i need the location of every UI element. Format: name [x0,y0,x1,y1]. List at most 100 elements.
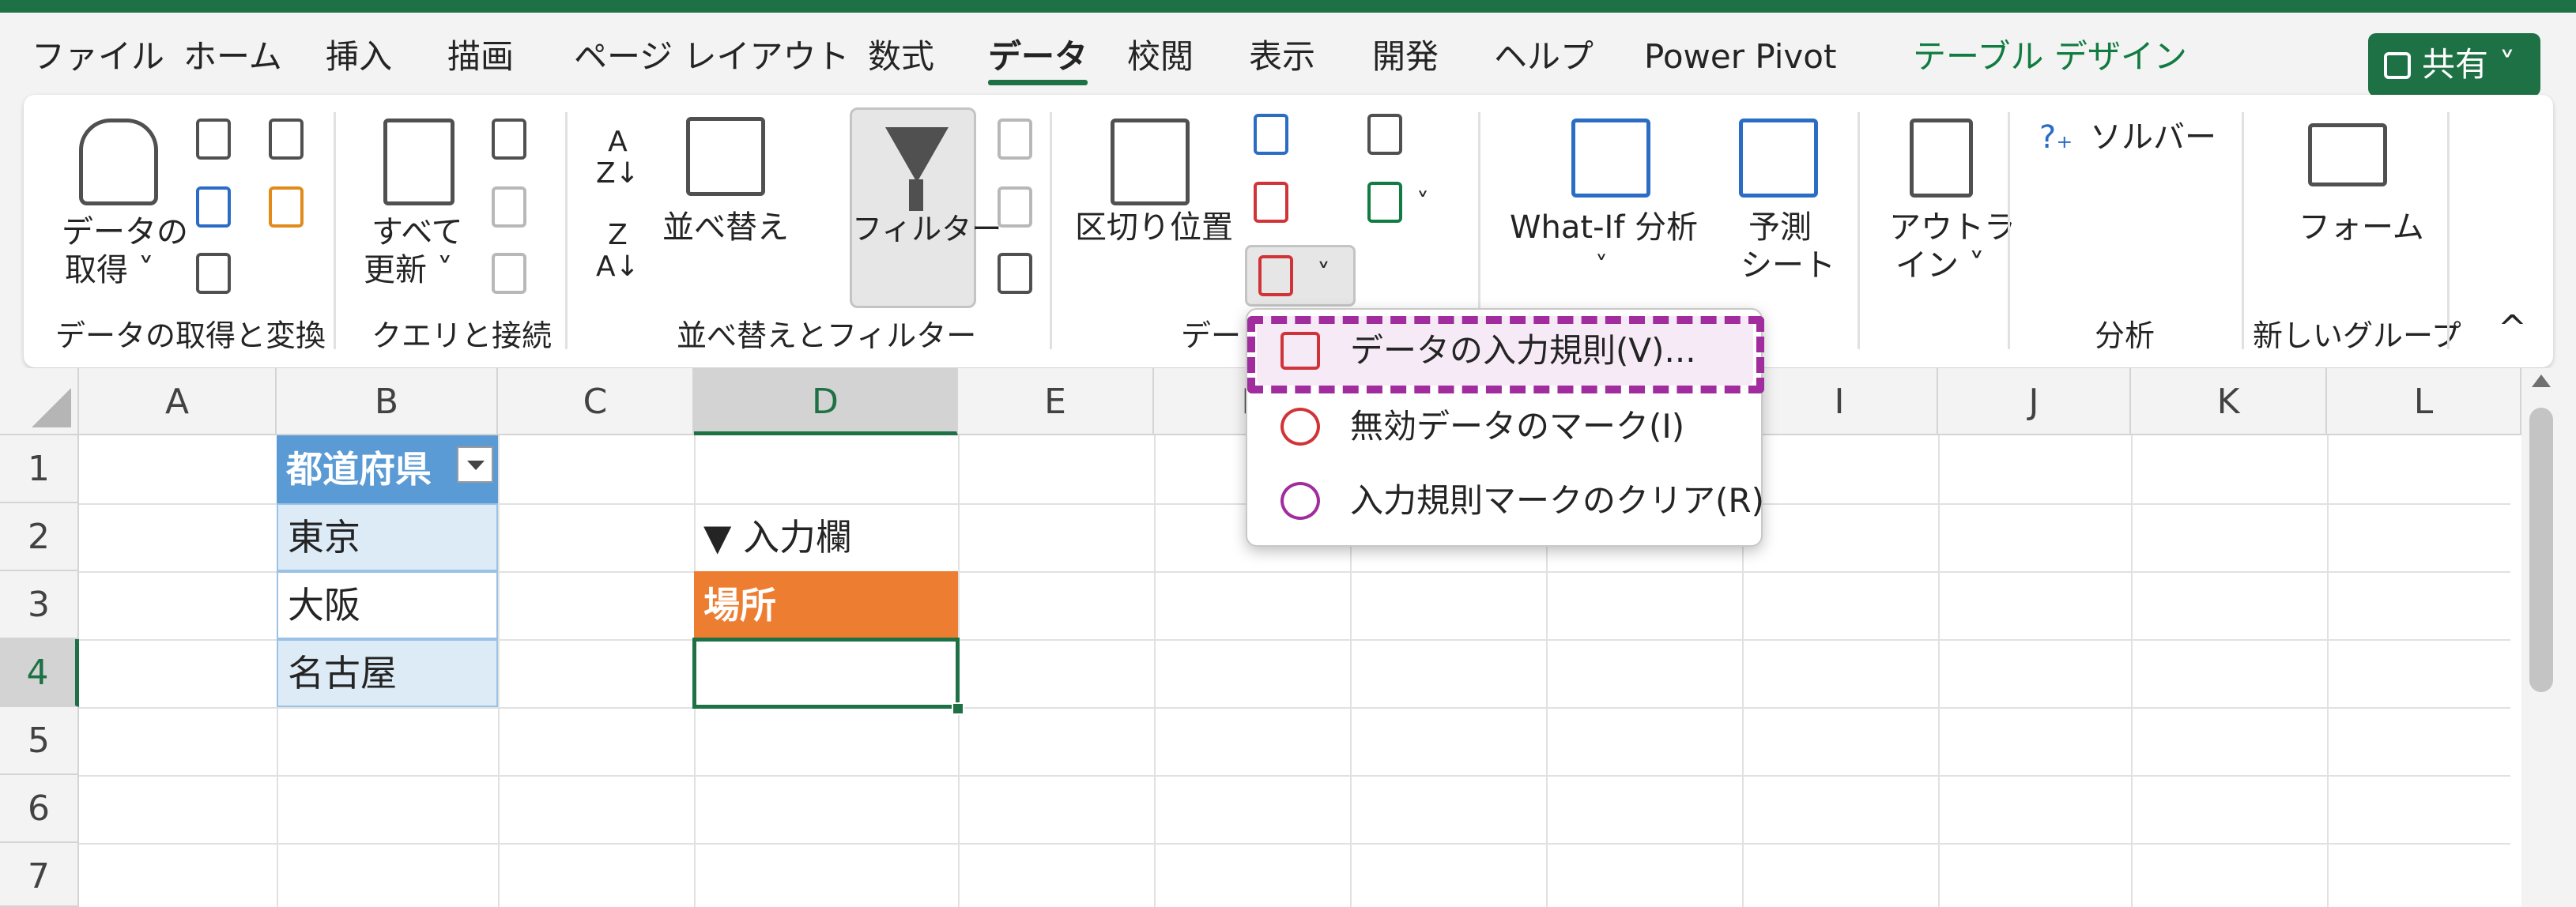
refresh-all-button[interactable]: すべて [372,212,463,253]
recent-sources-icon[interactable] [269,119,304,160]
tab-review[interactable]: 校閲 [1127,33,1194,81]
gridline [1938,435,1940,907]
tab-insert[interactable]: 挿入 [326,33,392,81]
table-cell-b2[interactable]: 東京 [277,503,498,571]
tab-formulas[interactable]: 数式 [868,33,934,81]
from-web-icon[interactable] [196,186,231,228]
ribbon-separator [1050,112,1052,349]
properties-icon[interactable] [492,186,526,228]
tab-page-layout[interactable]: ページ レイアウト [574,33,850,81]
from-text-icon[interactable] [196,119,231,160]
column-header-c[interactable]: C [498,368,694,435]
gridline [2327,435,2329,907]
location-label-cell[interactable]: 場所 [694,571,958,639]
input-area-caption[interactable]: ▼ 入力欄 [694,503,852,571]
tab-data[interactable]: データ [988,33,1088,85]
active-cell-d4[interactable] [692,638,960,709]
reapply-filter-icon[interactable] [998,186,1032,228]
vertical-scrollbar[interactable] [2521,368,2576,907]
column-header-j[interactable]: J [1938,368,2131,435]
sort-button[interactable]: 並べ替え [662,207,789,248]
chevron-down-icon[interactable]: ˅ [1595,245,1608,286]
tab-draw[interactable]: 描画 [447,33,514,81]
forecast-sheet-button[interactable]: 予測 [1748,207,1812,248]
what-if-button[interactable]: What-If 分析 [1510,207,1698,248]
filter-label: フィルター [852,212,1002,247]
tab-power-pivot[interactable]: Power Pivot [1644,33,1836,81]
consolidate-icon[interactable] [1367,114,1402,155]
tab-developer[interactable]: 開発 [1372,33,1439,81]
menu-item-label: 入力規則マークのクリア(R) [1350,481,1764,520]
advanced-filter-icon[interactable] [998,253,1032,294]
collapse-ribbon-icon[interactable]: ^ [2498,308,2527,348]
data-validation-button[interactable]: ˅ [1245,245,1356,307]
table-cell-b4[interactable]: 名古屋 [277,639,498,707]
row-header-6[interactable]: 6 [0,775,79,843]
clear-filter-icon[interactable] [998,119,1032,160]
ribbon-separator [2242,112,2244,349]
highlight-box [1247,316,1764,393]
tab-table-design[interactable]: テーブル デザイン [1913,33,2187,81]
share-button[interactable]: 共有 ˅ [2368,33,2540,96]
row-header-3[interactable]: 3 [0,571,79,639]
gridline [79,843,2510,845]
table-header-label: 都道府県 [286,448,432,491]
menu-item-circle-invalid[interactable]: 無効データのマーク(I) [1257,392,1753,461]
queries-connections-icon[interactable] [492,119,526,160]
sort-ascending-button[interactable]: A Z↓ [596,126,639,190]
sort-descending-button[interactable]: Z A↓ [596,220,639,283]
column-header-d[interactable]: D [694,368,958,435]
scroll-up-icon[interactable] [2532,374,2551,387]
column-header-e[interactable]: E [958,368,1154,435]
group-analysis: 分析 [2095,318,2155,353]
menu-item-clear-circles[interactable]: 入力規則マークのクリア(R) [1257,466,1764,536]
column-header-i[interactable]: I [1742,368,1938,435]
row-header-4[interactable]: 4 [0,639,79,707]
table-filter-dropdown[interactable] [457,446,493,483]
form-button[interactable]: フォーム [2299,207,2424,248]
flash-fill-icon[interactable] [1254,114,1288,155]
filter-button[interactable]: フィルター [850,107,1002,308]
tab-home[interactable]: ホーム [183,33,282,81]
row-header-1[interactable]: 1 [0,435,79,503]
table-header-cell[interactable]: 都道府県 [277,435,498,503]
outline-button[interactable]: アウトラ [1889,207,2016,248]
gridline [79,707,2510,709]
tab-view[interactable]: 表示 [1249,33,1315,81]
group-get-transform: データの取得と変換 [55,318,326,353]
ribbon-separator [2447,112,2450,349]
column-header-a[interactable]: A [79,368,277,435]
fill-handle[interactable] [952,702,964,715]
clear-circles-icon [1280,482,1320,520]
refresh-all-dropdown[interactable]: 更新 ˅ [364,250,453,291]
text-to-columns-button[interactable]: 区切り位置 [1075,207,1233,248]
data-model-icon[interactable] [1367,182,1402,223]
get-data-button[interactable]: データの [62,212,188,253]
chevron-down-icon[interactable]: ˅ [1416,182,1429,223]
existing-connections-icon[interactable] [269,186,304,228]
outline-icon [1910,119,1973,198]
ribbon-separator [2008,112,2010,349]
select-all-corner[interactable] [0,368,79,435]
solver-button[interactable]: ソルバー [2090,117,2216,158]
outline-dropdown[interactable]: イン ˅ [1895,245,1985,286]
row-header-5[interactable]: 5 [0,707,79,775]
row-header-7[interactable]: 7 [0,843,79,907]
table-cell-b3[interactable]: 大阪 [277,571,498,639]
ribbon-separator [334,112,336,349]
scrollbar-thumb[interactable] [2529,408,2553,692]
column-header-b[interactable]: B [277,368,498,435]
edit-links-icon[interactable] [492,253,526,294]
tab-help[interactable]: ヘルプ [1494,33,1593,81]
column-header-l[interactable]: L [2327,368,2521,435]
remove-duplicates-icon[interactable] [1254,182,1288,223]
group-sort-filter: 並べ替えとフィルター [677,318,977,353]
from-table-icon[interactable] [196,253,231,294]
column-header-k[interactable]: K [2131,368,2327,435]
ribbon-tabs: ファイル ホーム 挿入 描画 ページ レイアウト 数式 データ 校閲 表示 開発… [0,13,2576,100]
refresh-all-icon [383,119,454,205]
row-header-2[interactable]: 2 [0,503,79,571]
forecast-sheet-label: シート [1741,247,1835,284]
tab-file[interactable]: ファイル [32,33,164,81]
get-data-dropdown[interactable]: 取得 ˅ [65,250,154,291]
